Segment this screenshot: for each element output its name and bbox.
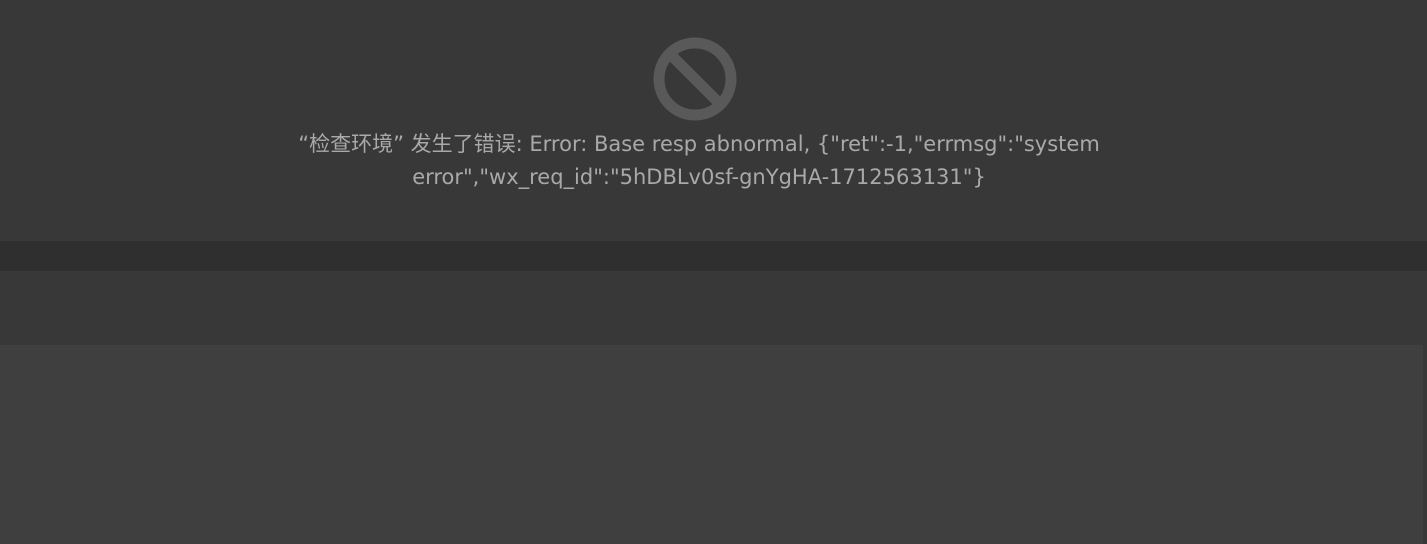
error-message: “检查环境” 发生了错误: Error: Base resp abnormal,… (298, 132, 1100, 189)
panel-divider (0, 241, 1427, 271)
error-panel: “检查环境” 发生了错误: Error: Base resp abnormal,… (0, 0, 1427, 241)
prohibited-icon (653, 37, 737, 121)
content-area (0, 345, 1423, 544)
toolbar-area (0, 271, 1427, 345)
scrollbar-track[interactable] (1423, 345, 1427, 544)
